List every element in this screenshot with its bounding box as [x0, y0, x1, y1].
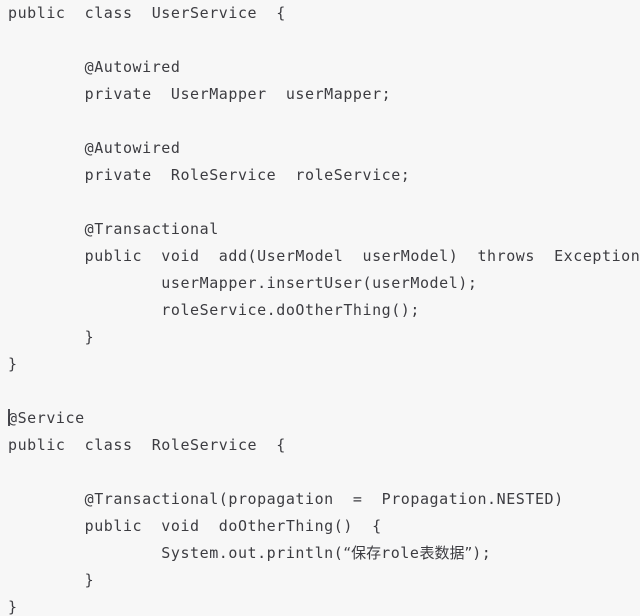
code-text: @Transactional: [8, 220, 219, 238]
code-line[interactable]: @Transactional: [0, 216, 640, 243]
code-line[interactable]: [0, 378, 640, 405]
code-block[interactable]: public class UserService { @Autowired pr…: [0, 0, 640, 616]
code-text: }: [8, 355, 18, 373]
code-text: private UserMapper userMapper;: [8, 85, 392, 103]
code-line[interactable]: [0, 189, 640, 216]
code-line[interactable]: }: [0, 324, 640, 351]
code-text-cjk: “保存: [343, 544, 382, 562]
code-line[interactable]: [0, 27, 640, 54]
code-line[interactable]: private UserMapper userMapper;: [0, 81, 640, 108]
code-line[interactable]: roleService.doOtherThing();: [0, 297, 640, 324]
code-text: public void doOtherThing() {: [8, 517, 382, 535]
code-text: public void add(UserModel userModel) thr…: [8, 247, 640, 265]
code-line[interactable]: @Service: [0, 405, 640, 432]
code-text: }: [8, 598, 18, 616]
code-line[interactable]: public void doOtherThing() {: [0, 513, 640, 540]
code-line[interactable]: public class UserService {: [0, 0, 640, 27]
code-text: @Transactional(propagation = Propagation…: [8, 490, 564, 508]
code-line[interactable]: System.out.println(“保存role表数据”);: [0, 540, 640, 567]
code-text: @Service: [8, 409, 85, 427]
code-text: }: [8, 328, 95, 346]
code-text: }: [8, 571, 95, 589]
code-text: public class RoleService {: [8, 436, 286, 454]
code-line[interactable]: @Autowired: [0, 135, 640, 162]
code-text: private RoleService roleService;: [8, 166, 411, 184]
code-line[interactable]: private RoleService roleService;: [0, 162, 640, 189]
code-text: );: [472, 544, 492, 562]
code-line[interactable]: }: [0, 594, 640, 616]
code-text: public class UserService {: [8, 4, 286, 22]
code-text: @Autowired: [8, 58, 181, 76]
code-text: role: [381, 544, 420, 562]
code-snippet-page: public class UserService { @Autowired pr…: [0, 0, 640, 616]
code-line[interactable]: @Autowired: [0, 54, 640, 81]
code-text: userMapper.insertUser(userModel);: [8, 274, 478, 292]
code-text: System.out.println(: [8, 544, 344, 562]
code-line[interactable]: public void add(UserModel userModel) thr…: [0, 243, 640, 270]
code-text: roleService.doOtherThing();: [8, 301, 420, 319]
code-line[interactable]: }: [0, 351, 640, 378]
code-line[interactable]: }: [0, 567, 640, 594]
code-line[interactable]: [0, 459, 640, 486]
code-text: @Autowired: [8, 139, 181, 157]
code-text-cjk: 表数据”: [419, 544, 473, 562]
code-line[interactable]: userMapper.insertUser(userModel);: [0, 270, 640, 297]
code-line[interactable]: public class RoleService {: [0, 432, 640, 459]
code-line[interactable]: @Transactional(propagation = Propagation…: [0, 486, 640, 513]
code-line[interactable]: [0, 108, 640, 135]
